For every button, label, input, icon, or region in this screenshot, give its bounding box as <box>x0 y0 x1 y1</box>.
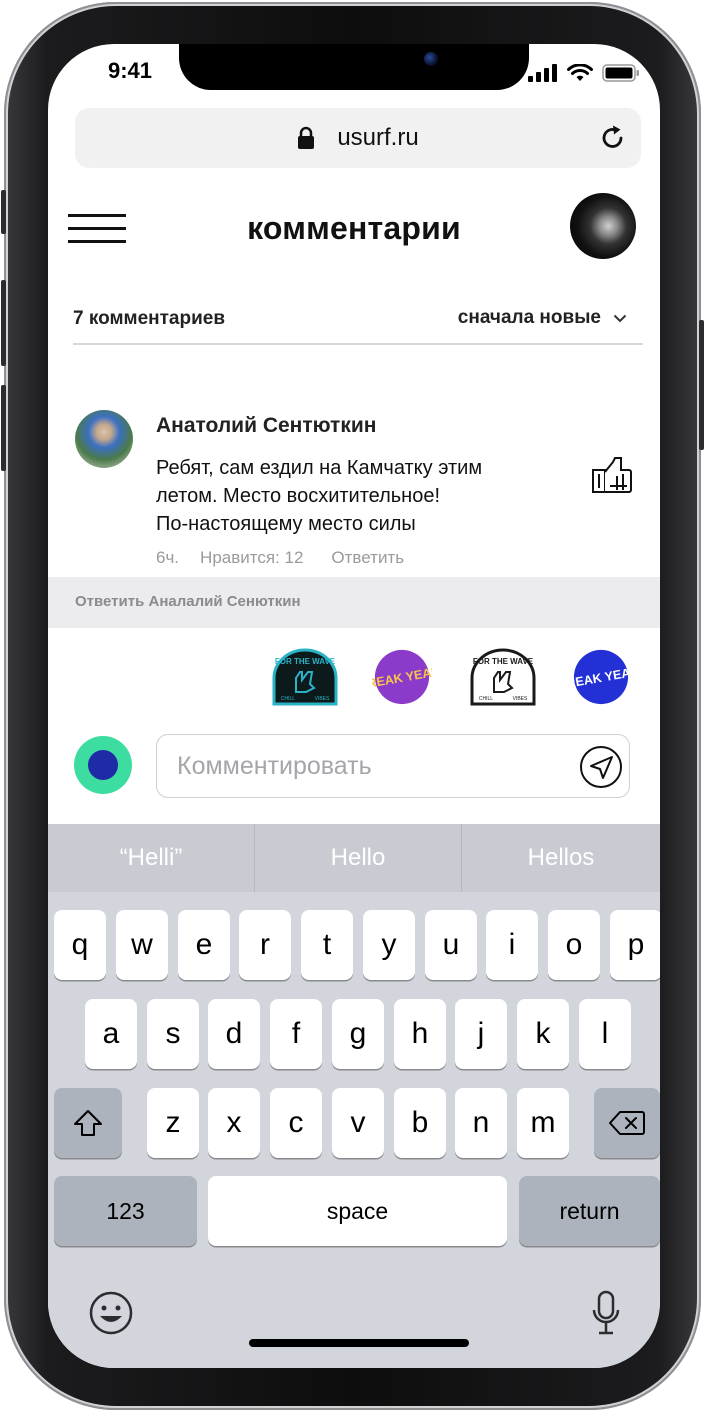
comments-count: 7 комментариев <box>73 308 226 329</box>
key-x[interactable]: x <box>208 1088 260 1158</box>
url-text: usurf.ru <box>337 124 419 151</box>
sticker-text: VIBES <box>315 696 330 702</box>
key-n[interactable]: n <box>455 1088 507 1158</box>
key-f[interactable]: f <box>270 999 322 1069</box>
status-icons <box>528 64 640 82</box>
key-l[interactable]: l <box>579 999 631 1069</box>
divider <box>73 343 643 345</box>
comment-text-line: Ребят, сам ездил на Камчатку этим <box>156 457 483 479</box>
key-k[interactable]: k <box>517 999 569 1069</box>
return-key[interactable]: return <box>519 1176 660 1246</box>
comment-text-line: летом. Место восхитительное! <box>156 485 441 507</box>
sort-dropdown[interactable]: сначала новые <box>458 307 627 329</box>
wifi-icon <box>567 64 593 81</box>
emoji-icon[interactable] <box>88 1290 134 1336</box>
chevron-down-icon <box>613 314 627 322</box>
key-v[interactable]: v <box>332 1088 384 1158</box>
status-time: 9:41 <box>107 58 153 83</box>
key-a[interactable]: a <box>85 999 137 1069</box>
mute-switch <box>1 190 6 234</box>
key-s[interactable]: s <box>147 999 199 1069</box>
volume-down-button <box>1 385 6 471</box>
key-j[interactable]: j <box>455 999 507 1069</box>
comment-likes: Нравится: 12 <box>200 548 304 567</box>
keyboard: “Helli” Hello Hellos q w e r t y u i o p… <box>48 824 660 1368</box>
power-button <box>699 320 704 450</box>
my-avatar <box>74 736 132 794</box>
sticker-for-the-wave-teal[interactable]: FOR THE WAVE CHILL VIBES <box>272 648 338 706</box>
sticker-text: FOR THE WAVE <box>473 657 534 666</box>
numbers-key[interactable]: 123 <box>54 1176 197 1246</box>
address-bar[interactable]: usurf.ru <box>75 108 641 168</box>
reply-link[interactable]: Ответить <box>331 548 404 568</box>
screen: 9:41 usurf.ru комментарии 7 комментариев… <box>48 44 660 1368</box>
shift-key[interactable] <box>54 1088 122 1158</box>
suggestion-bar: “Helli” Hello Hellos <box>48 824 660 892</box>
sticker-freak-yeah-blue[interactable]: FREAK YEAH! <box>571 648 631 706</box>
backspace-key[interactable] <box>594 1088 660 1158</box>
key-m[interactable]: m <box>517 1088 569 1158</box>
key-p[interactable]: p <box>610 910 660 980</box>
sticker-text: VIBES <box>513 696 528 702</box>
comment-text-line: По-настоящему место силы <box>156 513 416 535</box>
microphone-icon[interactable] <box>591 1290 621 1336</box>
comment-author-avatar[interactable] <box>75 410 133 468</box>
home-indicator[interactable] <box>249 1339 469 1347</box>
front-camera <box>424 52 438 66</box>
key-z[interactable]: z <box>147 1088 199 1158</box>
key-d[interactable]: d <box>208 999 260 1069</box>
signal-icon <box>528 64 557 82</box>
suggestion-1[interactable]: “Helli” <box>48 824 254 892</box>
suggestion-2[interactable]: Hello <box>255 824 461 892</box>
key-w[interactable]: w <box>116 910 168 980</box>
suggestion-3[interactable]: Hellos <box>462 824 660 892</box>
sticker-text: CHILL <box>281 696 295 702</box>
comment-composer <box>48 728 660 824</box>
reload-icon[interactable] <box>599 124 627 152</box>
lock-icon <box>298 126 315 149</box>
key-c[interactable]: c <box>270 1088 322 1158</box>
key-o[interactable]: o <box>548 910 600 980</box>
key-t[interactable]: t <box>301 910 353 980</box>
like-hand-icon[interactable] <box>591 456 633 496</box>
sticker-freak-yeah-purple[interactable]: FREAK YEAH! <box>372 648 432 706</box>
key-i[interactable]: i <box>486 910 538 980</box>
volume-up-button <box>1 280 6 366</box>
comment-time: 6ч. <box>156 548 180 567</box>
sticker-for-the-wave-black[interactable]: FOR THE WAVE CHILL VIBES <box>470 648 536 706</box>
address-bar-center: usurf.ru <box>75 108 641 168</box>
reply-banner-text: Ответить Аналалий Сенюткин <box>75 593 301 610</box>
reply-banner: Ответить Аналалий Сенюткин <box>48 577 660 628</box>
key-g[interactable]: g <box>332 999 384 1069</box>
key-u[interactable]: u <box>425 910 477 980</box>
battery-icon <box>602 64 639 82</box>
key-h[interactable]: h <box>394 999 446 1069</box>
page-title: комментарии <box>247 210 461 246</box>
send-icon[interactable] <box>579 745 623 789</box>
sort-label: сначала новые <box>457 307 601 328</box>
sticker-text: CHILL <box>479 696 493 702</box>
key-b[interactable]: b <box>394 1088 446 1158</box>
comment-author-name[interactable]: Анатолий Сентюткин <box>156 414 376 438</box>
user-avatar[interactable] <box>570 193 636 259</box>
sticker-text: FOR THE WAVE <box>275 657 336 666</box>
key-y[interactable]: y <box>363 910 415 980</box>
key-r[interactable]: r <box>239 910 291 980</box>
space-key[interactable]: space <box>208 1176 507 1246</box>
backspace-icon <box>609 1111 645 1135</box>
key-q[interactable]: q <box>54 910 106 980</box>
key-e[interactable]: e <box>178 910 230 980</box>
sticker-row: FOR THE WAVE CHILL VIBES FREAK YEAH! FOR… <box>48 628 660 728</box>
comment-text: Ребят, сам ездил на Камчатку этим летом.… <box>156 454 556 538</box>
comment-meta: 6ч. Нравится: 12 Ответить <box>156 548 404 568</box>
comment-input[interactable] <box>156 734 630 798</box>
shift-icon <box>74 1110 102 1136</box>
notch <box>179 44 529 90</box>
